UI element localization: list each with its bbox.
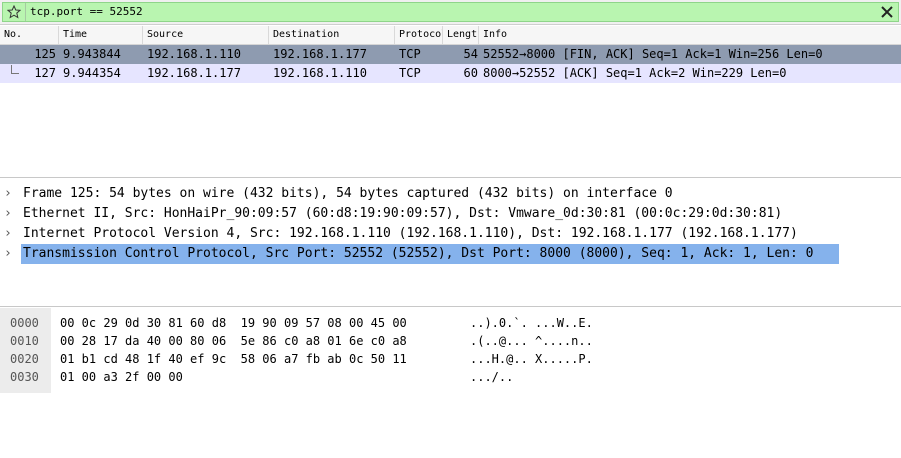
detail-text: Transmission Control Protocol, Src Port:…: [21, 244, 839, 264]
detail-tree-item-ipv4[interactable]: › Internet Protocol Version 4, Src: 192.…: [0, 224, 901, 244]
packet-protocol: TCP: [399, 66, 421, 80]
packet-protocol: TCP: [399, 47, 421, 61]
detail-tree-item-ethernet[interactable]: › Ethernet II, Src: HonHaiPr_90:09:57 (6…: [0, 204, 901, 224]
hex-ascii[interactable]: ..).0.`. ...W..E.: [470, 314, 593, 332]
display-filter-toolbar: tcp.port == 52552: [0, 0, 901, 25]
packet-details-pane: › Frame 125: 54 bytes on wire (432 bits)…: [0, 179, 901, 307]
packet-destination: 192.168.1.177: [273, 47, 367, 61]
chevron-right-icon[interactable]: ›: [4, 184, 16, 204]
detail-tree-item-frame[interactable]: › Frame 125: 54 bytes on wire (432 bits)…: [0, 184, 901, 204]
packet-no: 125: [34, 47, 56, 61]
packet-time: 9.944354: [63, 66, 121, 80]
filter-text: tcp.port == 52552: [30, 5, 143, 18]
column-header-protocol[interactable]: Protocol: [395, 26, 443, 44]
hex-ascii[interactable]: .../..: [470, 368, 513, 386]
column-header-no[interactable]: No.: [0, 26, 59, 44]
hex-bytes[interactable]: 00 28 17 da 40 00 80 06 5e 86 c0 a8 01 6…: [60, 332, 407, 350]
detail-text: Ethernet II, Src: HonHaiPr_90:09:57 (60:…: [23, 206, 783, 221]
hex-row[interactable]: 0030 01 00 a3 2f 00 00 .../..: [0, 368, 901, 386]
packet-info: 8000→52552 [ACK] Seq=1 Ack=2 Win=229 Len…: [483, 66, 787, 80]
hex-row[interactable]: 0010 00 28 17 da 40 00 80 06 5e 86 c0 a8…: [0, 332, 901, 350]
packet-time: 9.943844: [63, 47, 121, 61]
column-header-info[interactable]: Info: [479, 26, 901, 44]
hex-bytes[interactable]: 01 00 a3 2f 00 00: [60, 368, 183, 386]
hex-bytes[interactable]: 01 b1 cd 48 1f 40 ef 9c 58 06 a7 fb ab 0…: [60, 350, 407, 368]
packet-list-header: No. Time Source Destination Protocol Len…: [0, 26, 901, 45]
display-filter-input[interactable]: tcp.port == 52552: [2, 2, 899, 22]
bookmark-button[interactable]: [3, 3, 26, 21]
hex-bytes[interactable]: 00 0c 29 0d 30 81 60 d8 19 90 09 57 08 0…: [60, 314, 407, 332]
packet-bytes-pane: 0000 00 0c 29 0d 30 81 60 d8 19 90 09 57…: [0, 308, 901, 393]
packet-info: 52552→8000 [FIN, ACK] Seq=1 Ack=1 Win=25…: [483, 47, 823, 61]
packet-no: 127: [34, 66, 56, 80]
hex-offset: 0010: [10, 334, 39, 348]
detail-tree-item-tcp[interactable]: › Transmission Control Protocol, Src Por…: [0, 244, 901, 264]
chevron-right-icon[interactable]: ›: [4, 244, 16, 264]
hex-offset: 0020: [10, 352, 39, 366]
packet-source: 192.168.1.110: [147, 47, 241, 61]
hex-offset: 0000: [10, 316, 39, 330]
packet-source: 192.168.1.177: [147, 66, 241, 80]
column-header-source[interactable]: Source: [143, 26, 269, 44]
hex-row[interactable]: 0020 01 b1 cd 48 1f 40 ef 9c 58 06 a7 fb…: [0, 350, 901, 368]
hex-ascii[interactable]: .(..@... ^....n..: [470, 332, 593, 350]
packet-destination: 192.168.1.110: [273, 66, 367, 80]
detail-text: Frame 125: 54 bytes on wire (432 bits), …: [23, 186, 673, 201]
packet-list-pane: No. Time Source Destination Protocol Len…: [0, 26, 901, 178]
packet-length: 60: [463, 66, 478, 80]
close-icon: [881, 6, 893, 18]
column-header-length[interactable]: Length: [443, 26, 479, 44]
hex-offset: 0030: [10, 370, 39, 384]
star-icon: [7, 5, 21, 19]
packet-length: 54: [463, 47, 478, 61]
chevron-right-icon[interactable]: ›: [4, 224, 16, 244]
packet-row[interactable]: 127 9.944354 192.168.1.177 192.168.1.110…: [0, 64, 901, 83]
chevron-right-icon[interactable]: ›: [4, 204, 16, 224]
detail-text: Internet Protocol Version 4, Src: 192.16…: [23, 226, 798, 241]
column-header-destination[interactable]: Destination: [269, 26, 395, 44]
hex-ascii[interactable]: ...H.@.. X.....P.: [470, 350, 593, 368]
hex-row[interactable]: 0000 00 0c 29 0d 30 81 60 d8 19 90 09 57…: [0, 314, 901, 332]
packet-row[interactable]: 125 9.943844 192.168.1.110 192.168.1.177…: [0, 45, 901, 64]
column-header-time[interactable]: Time: [59, 26, 143, 44]
clear-filter-button[interactable]: [879, 4, 895, 20]
